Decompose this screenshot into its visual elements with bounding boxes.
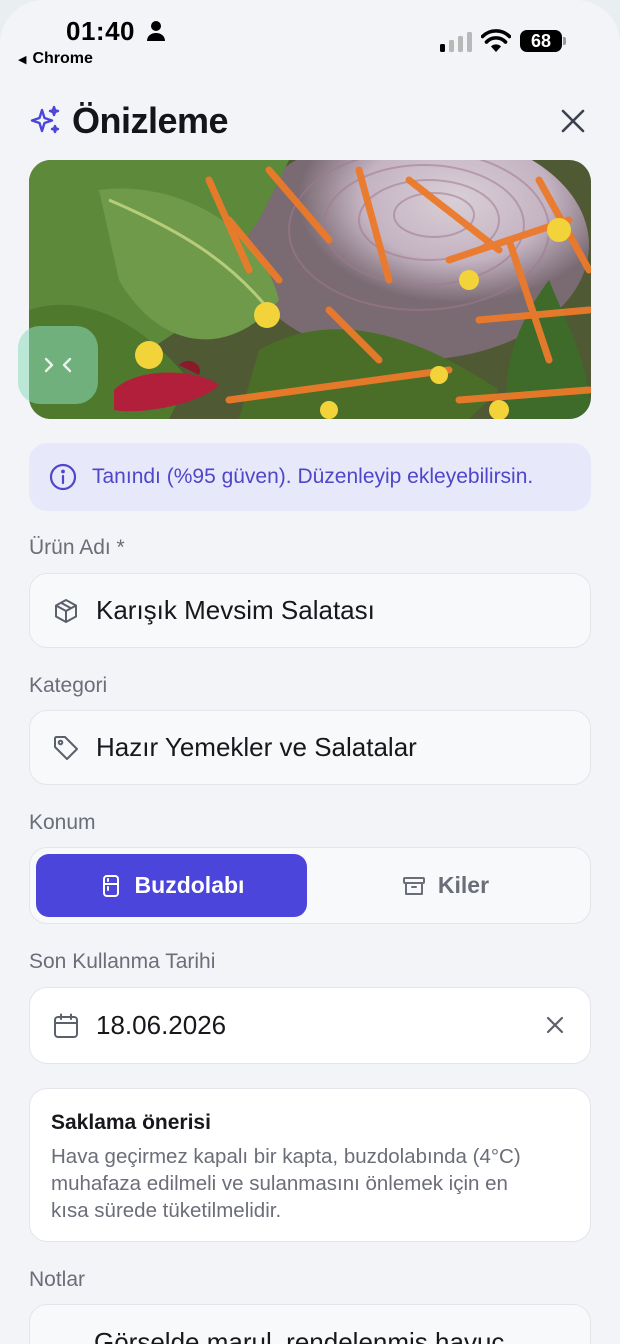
clear-date-icon[interactable] — [542, 1012, 568, 1038]
person-icon — [147, 21, 165, 41]
page-title: Önizleme — [72, 100, 229, 141]
info-icon — [49, 463, 77, 491]
cellular-signal-icon — [440, 32, 472, 52]
location-option-pantry[interactable]: Kiler — [310, 854, 581, 917]
wifi-icon — [481, 29, 511, 52]
location-label: Konum — [29, 811, 96, 834]
location-segmented-control: Buzdolabı Kiler — [29, 847, 591, 924]
notes-value: Görselde marul, rendelenmiş havuç — [94, 1327, 505, 1344]
fridge-icon — [102, 874, 119, 897]
expiry-date-value: 18.06.2026 — [96, 1010, 227, 1040]
battery-indicator: 68 — [520, 30, 566, 52]
category-field[interactable]: Hazır Yemekler ve Salatalar — [29, 710, 591, 785]
preview-sheet: 01:40 ◀ Chrome 68 Önizleme Tanındı (%95 … — [0, 0, 620, 1344]
storage-tip-line: Hava geçirmez kapalı bir kapta, buzdolab… — [51, 1145, 521, 1168]
location-option-fridge-label: Buzdolabı — [134, 872, 245, 898]
location-option-fridge[interactable]: Buzdolabı — [36, 854, 307, 917]
product-name-field[interactable]: Karışık Mevsim Salatası — [29, 573, 591, 648]
storage-tip-card: Saklama önerisi Hava geçirmez kapalı bir… — [29, 1088, 591, 1242]
storage-tip-title: Saklama önerisi — [51, 1111, 211, 1134]
location-option-pantry-label: Kiler — [437, 872, 490, 898]
expiry-date-field[interactable]: 18.06.2026 — [29, 987, 591, 1064]
close-icon[interactable] — [558, 106, 588, 136]
compare-toggle-button[interactable] — [18, 326, 98, 404]
archive-box-icon — [402, 876, 425, 895]
notes-label: Notlar — [29, 1268, 86, 1291]
preview-header: Önizleme — [28, 98, 588, 146]
storage-tip-line: muhafaza edilmeli ve sulanmasını önlemek… — [51, 1172, 508, 1195]
category-label: Kategori — [29, 674, 108, 697]
expiry-label: Son Kullanma Tarihi — [29, 950, 216, 973]
back-arrow-icon: ◀ — [18, 53, 27, 66]
food-photo — [29, 160, 591, 419]
collapse-arrows-icon — [44, 357, 72, 373]
battery-level: 68 — [520, 30, 562, 52]
recognition-banner-text: Tanındı (%95 güven). Düzenleyip ekleyebi… — [92, 465, 534, 488]
calendar-icon — [54, 1013, 78, 1038]
tag-icon — [54, 735, 78, 760]
storage-tip-line: kısa sürede tüketilmelidir. — [51, 1199, 282, 1222]
sparkles-icon — [30, 105, 60, 134]
package-icon — [55, 598, 77, 623]
product-name-label: Ürün Adı * — [29, 536, 125, 559]
product-name-value: Karışık Mevsim Salatası — [96, 595, 375, 625]
storage-tip-body: Hava geçirmez kapalı bir kapta, buzdolab… — [51, 1143, 568, 1224]
recognition-banner: Tanındı (%95 güven). Düzenleyip ekleyebi… — [29, 443, 591, 511]
category-value: Hazır Yemekler ve Salatalar — [96, 732, 417, 762]
back-to-app-link[interactable]: ◀ Chrome — [18, 50, 93, 68]
back-app-label: Chrome — [32, 50, 93, 67]
notes-field[interactable]: Görselde marul, rendelenmiş havuç — [29, 1304, 591, 1344]
status-time: 01:40 — [66, 16, 135, 46]
